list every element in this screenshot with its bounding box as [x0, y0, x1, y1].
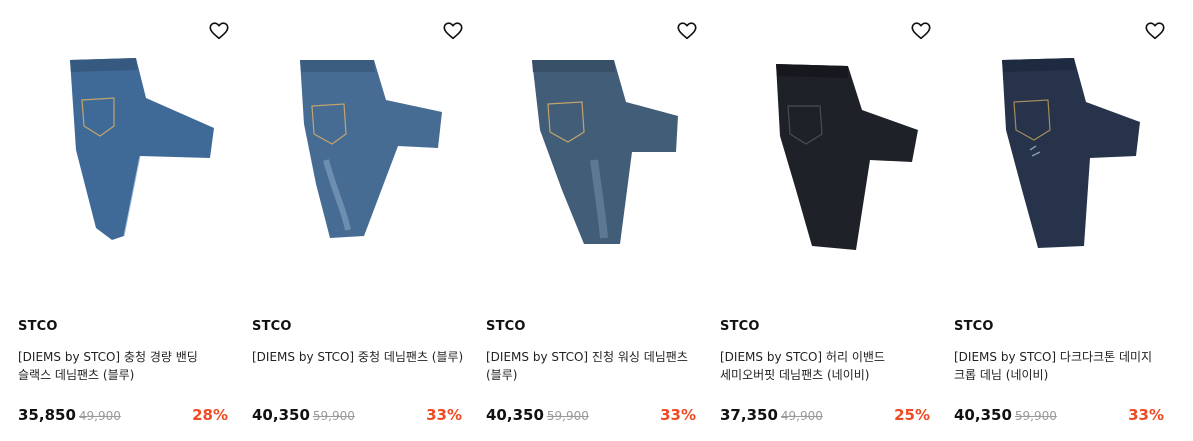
product-name[interactable]: [DIEMS by STCO] 충청 경량 밴딩 슬랙스 데님팬츠 (블루) — [18, 348, 230, 384]
brand-name[interactable]: STCO — [954, 319, 994, 334]
wishlist-button[interactable] — [676, 20, 698, 42]
original-price: 59,900 — [1014, 409, 1057, 423]
product-card[interactable]: STCO [DIEMS by STCO] 중청 데님팬츠 (블루) 40,350… — [252, 0, 468, 441]
original-price: 49,900 — [780, 409, 823, 423]
sale-price: 40,350 — [954, 406, 1012, 424]
jeans-body — [1002, 58, 1140, 248]
heart-outline-icon — [209, 22, 229, 40]
product-image[interactable] — [18, 0, 234, 290]
jeans-image — [1002, 58, 1140, 248]
jeans-waistband — [1002, 58, 1075, 72]
sale-price: 37,350 — [720, 406, 778, 424]
heart-outline-icon — [911, 22, 931, 40]
discount-rate: 33% — [1128, 406, 1164, 424]
price-row: 37,350 49,900 25% — [720, 405, 930, 427]
product-card[interactable]: STCO [DIEMS by STCO] 허리 이밴드 세미오버핏 데님팬츠 (… — [720, 0, 936, 441]
original-price: 59,900 — [312, 409, 355, 423]
heart-outline-icon — [677, 22, 697, 40]
discount-rate: 28% — [192, 406, 228, 424]
product-image[interactable] — [954, 0, 1170, 290]
product-name[interactable]: [DIEMS by STCO] 허리 이밴드 세미오버핏 데님팬츠 (네이비) — [720, 348, 932, 384]
price-row: 40,350 59,900 33% — [954, 405, 1164, 427]
jeans-image — [300, 60, 442, 238]
jeans-body — [776, 64, 918, 250]
heart-outline-icon — [443, 22, 463, 40]
discount-rate: 33% — [660, 406, 696, 424]
product-name[interactable]: [DIEMS by STCO] 중청 데님팬츠 (블루) — [252, 348, 464, 366]
brand-name[interactable]: STCO — [18, 319, 58, 334]
brand-name[interactable]: STCO — [720, 319, 760, 334]
product-image[interactable] — [720, 0, 936, 290]
product-image[interactable] — [486, 0, 702, 290]
product-image[interactable] — [252, 0, 468, 290]
original-price: 59,900 — [546, 409, 589, 423]
wishlist-button[interactable] — [208, 20, 230, 42]
brand-name[interactable]: STCO — [486, 319, 526, 334]
jeans-waistband — [300, 60, 375, 72]
price-row: 40,350 59,900 33% — [486, 405, 696, 427]
wishlist-button[interactable] — [442, 20, 464, 42]
product-card[interactable]: STCO [DIEMS by STCO] 충청 경량 밴딩 슬랙스 데님팬츠 (… — [18, 0, 234, 441]
product-name[interactable]: [DIEMS by STCO] 진청 워싱 데님팬츠 (블루) — [486, 348, 698, 384]
jeans-waistband — [532, 60, 615, 72]
heart-outline-icon — [1145, 22, 1165, 40]
jeans-waistband — [776, 64, 848, 78]
jeans-body — [70, 58, 214, 240]
product-name[interactable]: [DIEMS by STCO] 다크다크톤 데미지 크롭 데님 (네이비) — [954, 348, 1166, 384]
discount-rate: 25% — [894, 406, 930, 424]
discount-rate: 33% — [426, 406, 462, 424]
jeans-waistband — [70, 58, 137, 72]
price-row: 35,850 49,900 28% — [18, 405, 228, 427]
wishlist-button[interactable] — [910, 20, 932, 42]
jeans-body — [300, 60, 442, 238]
sale-price: 40,350 — [486, 406, 544, 424]
jeans-image — [776, 64, 918, 250]
sale-price: 40,350 — [252, 406, 310, 424]
original-price: 49,900 — [78, 409, 121, 423]
jeans-image — [532, 60, 678, 244]
price-row: 40,350 59,900 33% — [252, 405, 462, 427]
brand-name[interactable]: STCO — [252, 319, 292, 334]
wishlist-button[interactable] — [1144, 20, 1166, 42]
jeans-image — [70, 58, 214, 240]
product-card[interactable]: STCO [DIEMS by STCO] 진청 워싱 데님팬츠 (블루) 40,… — [486, 0, 702, 441]
product-grid: STCO [DIEMS by STCO] 충청 경량 밴딩 슬랙스 데님팬츠 (… — [0, 0, 1193, 441]
product-card[interactable]: STCO [DIEMS by STCO] 다크다크톤 데미지 크롭 데님 (네이… — [954, 0, 1170, 441]
sale-price: 35,850 — [18, 406, 76, 424]
